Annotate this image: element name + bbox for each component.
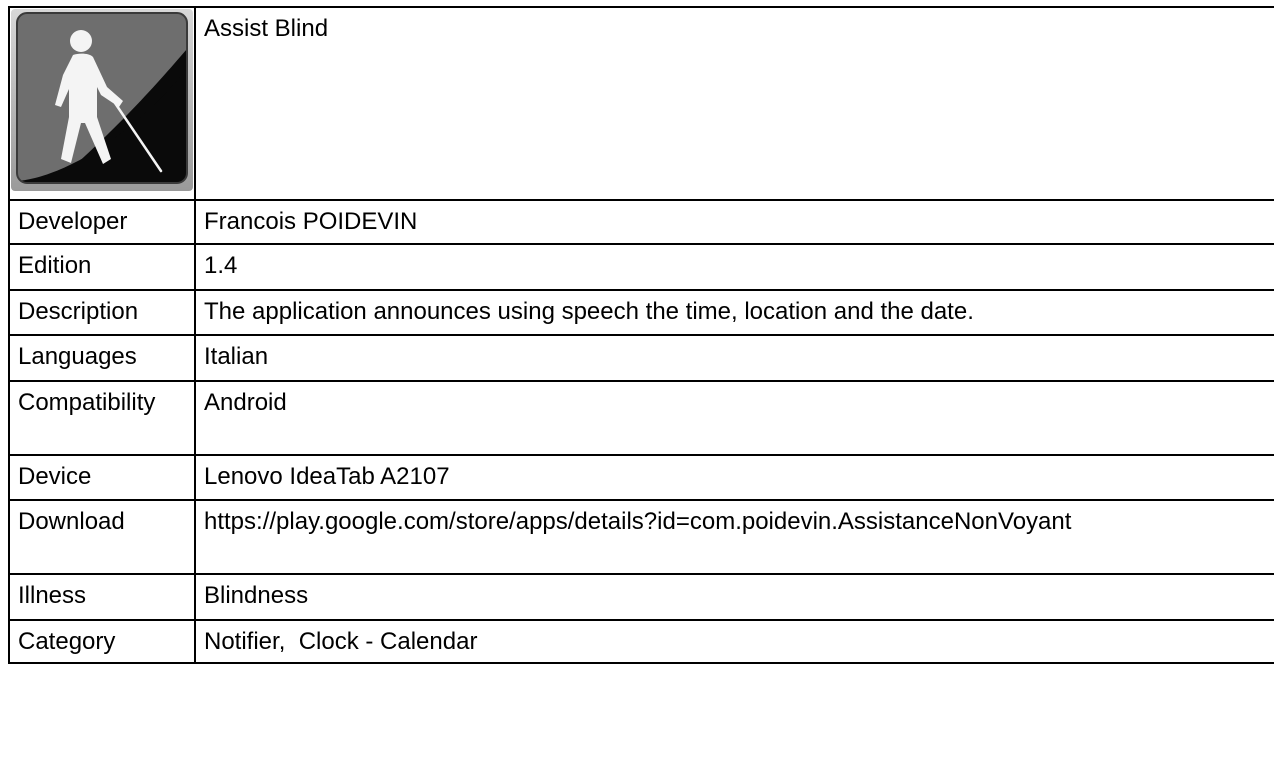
table-row-header: Assist Blind <box>8 6 1274 201</box>
row-value-compatibility: Android <box>194 380 1274 456</box>
app-info-sheet: Assist Blind Developer Francois POIDEVIN… <box>8 6 1274 664</box>
blind-person-with-cane-icon <box>11 9 193 191</box>
app-icon-cell <box>8 6 196 201</box>
table-row: Device Lenovo IdeaTab A2107 <box>8 454 1274 501</box>
row-label-description: Description <box>8 289 196 336</box>
table-row: Description The application announces us… <box>8 289 1274 336</box>
row-value-description: The application announces using speech t… <box>194 289 1274 336</box>
row-label-edition: Edition <box>8 243 196 291</box>
table-row: Edition 1.4 <box>8 243 1274 291</box>
row-label-device: Device <box>8 454 196 501</box>
row-label-developer: Developer <box>8 199 196 245</box>
download-link[interactable]: https://play.google.com/store/apps/detai… <box>204 502 1268 537</box>
table-row: Compatibility Android <box>8 380 1274 456</box>
row-value-download[interactable]: https://play.google.com/store/apps/detai… <box>194 499 1274 575</box>
table-row: Download https://play.google.com/store/a… <box>8 499 1274 575</box>
row-value-languages: Italian <box>194 334 1274 382</box>
row-label-compatibility: Compatibility <box>8 380 196 456</box>
row-value-edition: 1.4 <box>194 243 1274 291</box>
row-label-download: Download <box>8 499 196 575</box>
table-row: Languages Italian <box>8 334 1274 382</box>
row-value-device: Lenovo IdeaTab A2107 <box>194 454 1274 501</box>
row-value-illness: Blindness <box>194 573 1274 621</box>
app-name-cell: Assist Blind <box>194 6 1274 201</box>
row-label-illness: Illness <box>8 573 196 621</box>
table-row: Developer Francois POIDEVIN <box>8 199 1274 245</box>
row-value-developer: Francois POIDEVIN <box>194 199 1274 245</box>
app-info-table: Assist Blind Developer Francois POIDEVIN… <box>8 6 1274 664</box>
table-row: Category Notifier, Clock - Calendar <box>8 619 1274 664</box>
row-label-languages: Languages <box>8 334 196 382</box>
row-label-category: Category <box>8 619 196 664</box>
row-value-category: Notifier, Clock - Calendar <box>194 619 1274 664</box>
app-name: Assist Blind <box>204 15 329 42</box>
table-row: Illness Blindness <box>8 573 1274 621</box>
